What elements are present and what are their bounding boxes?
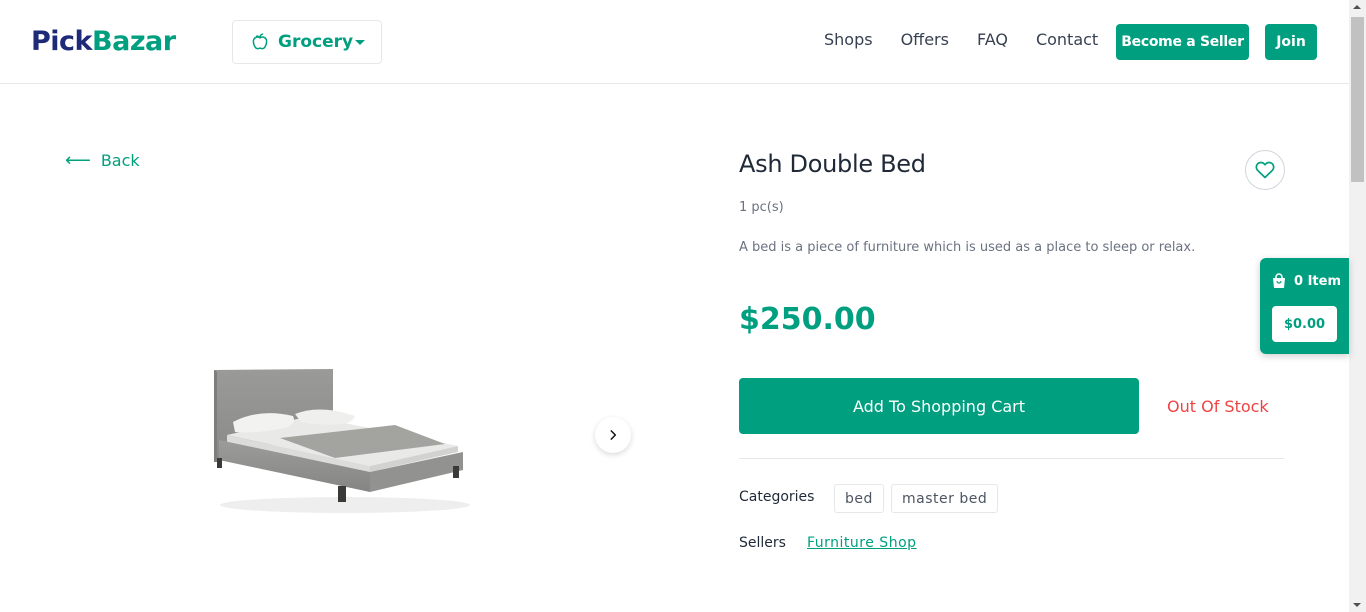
product-price: $250.00 (739, 302, 876, 337)
nav-shops[interactable]: Shops (824, 30, 873, 49)
add-to-cart-button[interactable]: Add To Shopping Cart (739, 378, 1139, 434)
product-title: Ash Double Bed (739, 150, 926, 178)
shopping-bag-icon (1273, 273, 1285, 288)
header: PickBazar Grocery Shops Offers FAQ Conta… (0, 0, 1349, 84)
categories-label: Categories (739, 489, 815, 505)
wishlist-button[interactable] (1245, 150, 1285, 190)
logo-part-bazar: Bazar (92, 26, 176, 57)
logo-part-pick: Pick (31, 26, 93, 57)
main-nav: Shops Offers FAQ Contact (824, 30, 1126, 49)
chevron-down-icon (355, 40, 365, 45)
product-image (214, 369, 470, 513)
arrow-left-icon: ⟵ (65, 150, 91, 171)
chevron-right-icon (610, 430, 617, 440)
shop-type-select[interactable]: Grocery (232, 20, 382, 64)
category-tag-bed[interactable]: bed (834, 484, 884, 513)
logo[interactable]: PickBazar (31, 26, 176, 58)
heart-icon (1255, 161, 1275, 179)
stock-status: Out Of Stock (1167, 397, 1269, 416)
divider (739, 458, 1284, 459)
floating-cart[interactable]: 0 Item $0.00 (1260, 258, 1349, 354)
nav-contact[interactable]: Contact (1036, 30, 1098, 49)
cart-total: $0.00 (1272, 306, 1337, 342)
seller-link[interactable]: Furniture Shop (807, 535, 917, 551)
scroll-down-icon[interactable] (1353, 603, 1361, 607)
next-image-button[interactable] (595, 417, 631, 453)
cart-count: 0 Item (1272, 273, 1341, 289)
nav-faq[interactable]: FAQ (977, 30, 1008, 49)
scroll-up-icon[interactable] (1353, 5, 1361, 9)
scroll-thumb[interactable] (1351, 17, 1364, 182)
back-link[interactable]: ⟵ Back (65, 150, 140, 171)
apple-icon (252, 33, 268, 50)
shop-type-label: Grocery (278, 32, 354, 52)
category-tag-master-bed[interactable]: master bed (891, 484, 999, 513)
nav-offers[interactable]: Offers (901, 30, 949, 49)
back-label: Back (100, 151, 140, 170)
cart-items-label: 0 Item (1294, 273, 1341, 289)
product-unit: 1 pc(s) (739, 200, 784, 215)
sellers-label: Sellers (739, 535, 786, 551)
page-scrollbar[interactable] (1349, 0, 1366, 612)
become-seller-button[interactable]: Become a Seller (1116, 24, 1249, 60)
product-description: A bed is a piece of furniture which is u… (739, 240, 1196, 255)
join-button[interactable]: Join (1265, 24, 1317, 60)
